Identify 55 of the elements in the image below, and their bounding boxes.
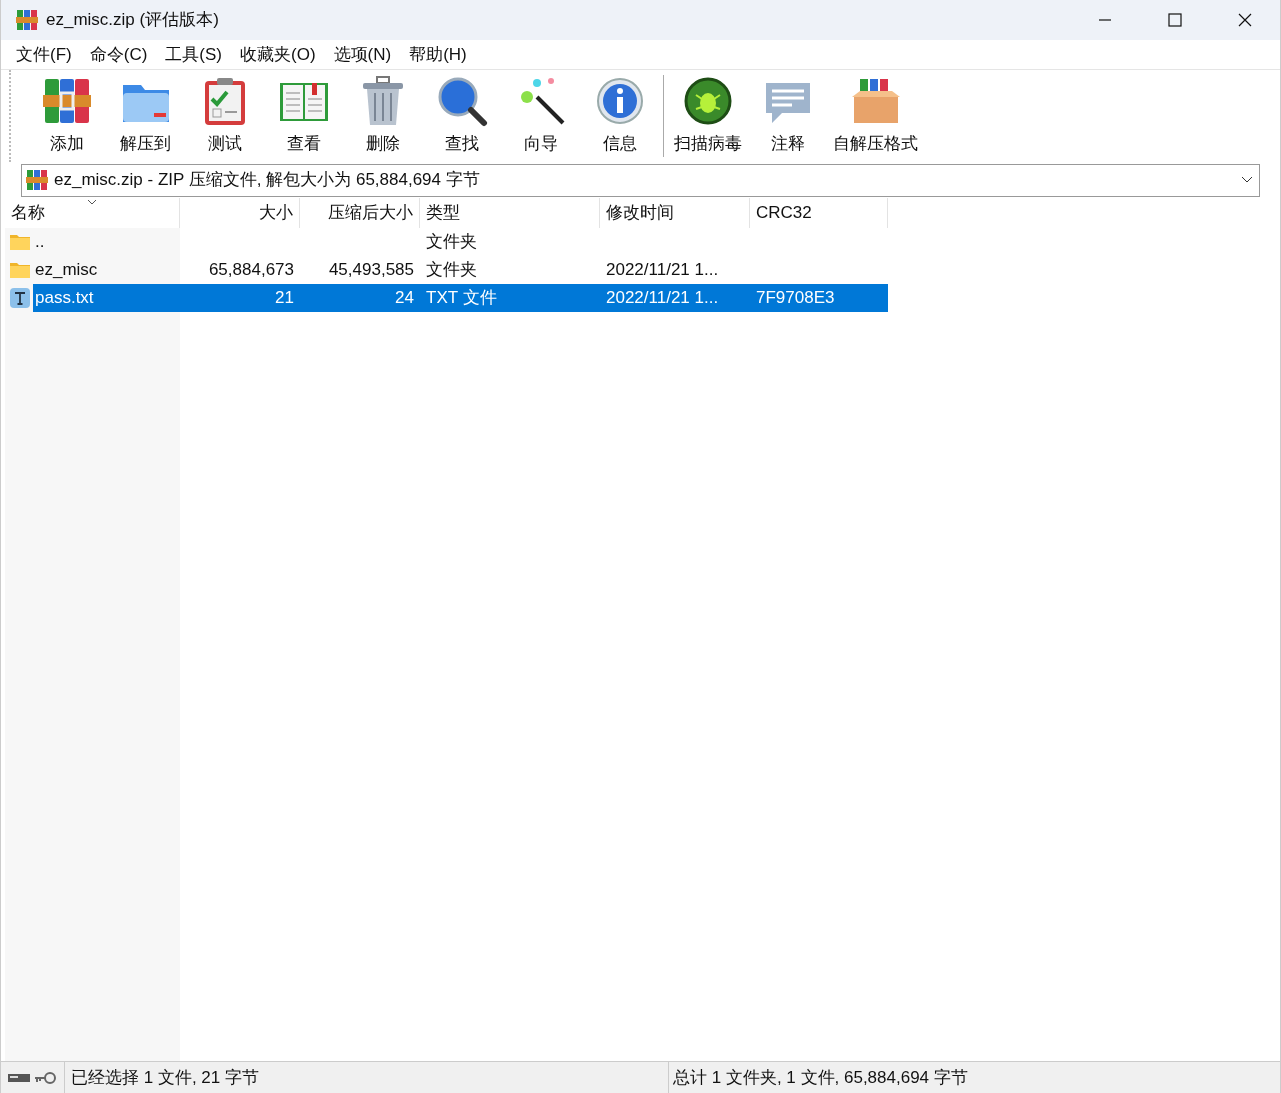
table-cell-text: 文件夹 xyxy=(426,231,477,254)
toolbar-button[interactable]: 查找 xyxy=(422,75,501,157)
folder-icon xyxy=(9,233,31,251)
toolbar-button[interactable]: 添加 xyxy=(27,75,106,157)
table-cell-text: 21 xyxy=(275,287,294,310)
menu-item[interactable]: 收藏夹(O) xyxy=(231,40,325,69)
column-header[interactable]: 压缩后大小 xyxy=(300,198,420,228)
toolbar-button[interactable]: 删除 xyxy=(343,75,422,157)
table-cell-text: 24 xyxy=(395,287,414,310)
app-icon xyxy=(16,9,38,31)
file-row[interactable]: ez_misc 65,884,673 45,493,585 文件夹 2022/11/21 1... xyxy=(5,256,1280,284)
chevron-down-icon xyxy=(1241,176,1253,184)
close-icon xyxy=(1238,13,1252,27)
file-row[interactable]: pass.txt 21 24 TXT 文件 2022/11/21 1... 7F9708E3 xyxy=(5,284,1280,312)
column-header[interactable]: 大小 xyxy=(180,198,300,228)
toolbar-button[interactable]: 向导 xyxy=(501,75,580,157)
maximize-icon xyxy=(1168,13,1182,27)
archive-icon xyxy=(26,169,48,191)
column-header[interactable]: 类型 xyxy=(420,198,600,228)
menu-item[interactable]: 工具(S) xyxy=(156,40,231,69)
text-file-icon xyxy=(9,287,31,309)
status-text: 总计 1 文件夹, 1 文件, 65,884,694 字节 xyxy=(672,1066,969,1089)
table-cell-text: TXT 文件 xyxy=(426,287,497,310)
table-cell-text: 45,493,585 xyxy=(328,259,414,282)
menu-item[interactable]: 帮助(H) xyxy=(400,40,476,69)
toolbar-button[interactable]: 注释 xyxy=(748,75,827,157)
toolbar-button[interactable]: 扫描病毒 xyxy=(668,75,748,157)
toolbar-button[interactable]: 解压到 xyxy=(106,75,185,157)
window-title: ez_misc.zip (评估版本) xyxy=(46,9,219,32)
toolbar-button[interactable]: 查看 xyxy=(264,75,343,157)
drive-icon xyxy=(7,1071,31,1084)
column-header[interactable]: CRC32 xyxy=(750,198,888,228)
file-row[interactable]: .. 文件夹 xyxy=(5,228,1280,256)
toolbar-button[interactable]: 自解压格式 xyxy=(827,75,924,157)
table-cell-text: 2022/11/21 1... xyxy=(606,259,719,282)
table-cell-text: 2022/11/21 1... xyxy=(606,287,719,310)
file-name: .. xyxy=(34,231,46,254)
table-cell-text: 65,884,673 xyxy=(208,259,294,282)
key-icon xyxy=(33,1070,57,1085)
toolbar-button[interactable]: 信息 xyxy=(580,75,659,157)
menu-item[interactable]: 选项(N) xyxy=(324,40,401,69)
bug-icon xyxy=(682,75,734,127)
menu-item[interactable]: 文件(F) xyxy=(7,40,81,69)
toolbar-button[interactable]: 测试 xyxy=(185,75,264,157)
menu-item[interactable]: 命令(C) xyxy=(80,40,157,69)
address-bar[interactable]: ez_misc.zip - ZIP 压缩文件, 解包大小为 65,884,694 字节 xyxy=(21,163,1260,197)
table-cell-text: 7F9708E3 xyxy=(756,287,835,310)
file-name: ez_misc xyxy=(34,259,99,282)
folder-icon xyxy=(9,261,31,279)
address-text: ez_misc.zip - ZIP 压缩文件, 解包大小为 65,884,694 字节 xyxy=(54,169,480,192)
file-name: pass.txt xyxy=(33,284,180,312)
minimize-icon xyxy=(1098,19,1112,21)
table-cell-text: 文件夹 xyxy=(426,259,477,282)
status-text: 已经选择 1 文件, 21 字节 xyxy=(65,1062,669,1093)
column-header[interactable]: 修改时间 xyxy=(600,198,750,228)
